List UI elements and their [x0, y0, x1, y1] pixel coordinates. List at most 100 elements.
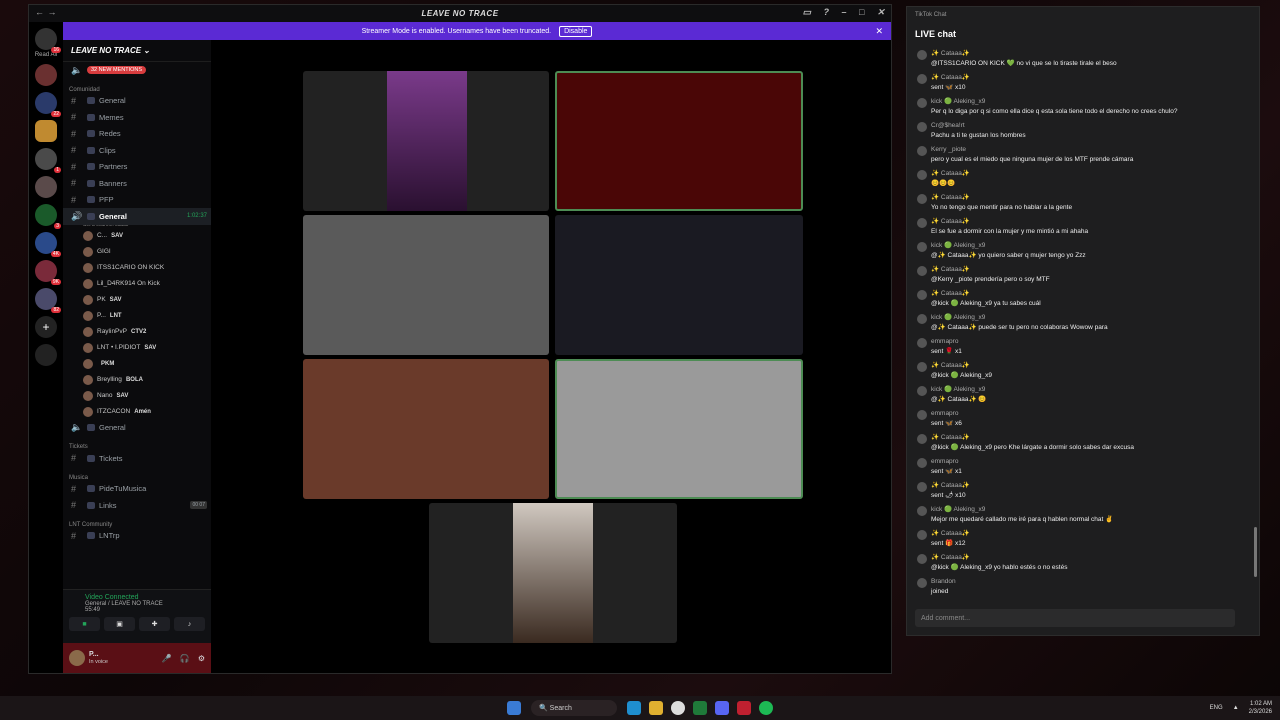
guild-header[interactable]: LEAVE NO TRACE ⌄ — [63, 40, 211, 62]
category-musica[interactable]: Musica — [63, 467, 211, 481]
inbox-icon[interactable]: ▭ — [802, 7, 811, 18]
avatar[interactable] — [917, 434, 927, 444]
voice-user[interactable]: P... LNT — [63, 308, 211, 324]
camera-button[interactable]: ■ — [69, 617, 100, 631]
screenshare-button[interactable]: ▣ — [104, 617, 135, 631]
discover-icon[interactable] — [35, 344, 57, 366]
folder-icon[interactable] — [649, 701, 663, 715]
avatar[interactable] — [917, 218, 927, 228]
help-icon[interactable]: ? — [824, 7, 830, 18]
server-icon[interactable]: 3 — [35, 204, 61, 229]
voice-channel-general[interactable]: 🔊 General 1:02:37 — [63, 208, 211, 225]
channel-general[interactable]: # General — [63, 93, 211, 110]
comment-input[interactable]: Add comment... — [915, 609, 1235, 627]
mentions-badge[interactable]: 32 NEW MENTIONS — [87, 66, 147, 75]
chat-username[interactable]: ✨ Cataaa✨ — [931, 553, 1253, 563]
chat-username[interactable]: kick 🟢 Aleking_x9 — [931, 385, 1253, 395]
chat-username[interactable]: ✨ Cataaa✨ — [931, 73, 1253, 83]
channel-memes[interactable]: # Memes — [63, 109, 211, 126]
chat-username[interactable]: Kerry _piote — [931, 145, 1253, 155]
chat-username[interactable]: ✨ Cataaa✨ — [931, 265, 1253, 275]
channel-lntrp[interactable]: # LNTrp — [63, 528, 211, 545]
video-tile[interactable] — [555, 359, 803, 499]
category-lnt[interactable]: LNT Community — [63, 514, 211, 528]
chat-username[interactable]: emmapro — [931, 457, 1253, 467]
channel-partners[interactable]: # Partners — [63, 159, 211, 176]
voice-user[interactable]: PKM — [63, 356, 211, 372]
app-icon[interactable] — [737, 701, 751, 715]
avatar[interactable] — [917, 410, 927, 420]
discord-icon[interactable] — [715, 701, 729, 715]
back-forward-icon[interactable]: ← → — [35, 7, 57, 17]
avatar[interactable] — [917, 266, 927, 276]
video-tile[interactable] — [429, 503, 677, 643]
voice-user[interactable]: Breylling BOLA — [63, 372, 211, 388]
disable-button[interactable]: Disable — [559, 25, 593, 37]
start-icon[interactable] — [507, 701, 521, 715]
scrollbar[interactable] — [1254, 527, 1257, 577]
discord-home-icon[interactable]: 16 — [35, 28, 61, 53]
avatar[interactable] — [917, 386, 927, 396]
soundboard-button[interactable]: ♪ — [174, 617, 205, 631]
server-icon[interactable]: 82 — [35, 288, 61, 313]
voice-user[interactable]: PK SAV — [63, 292, 211, 308]
video-tile[interactable] — [303, 215, 549, 355]
video-tile[interactable] — [303, 71, 549, 211]
chat-username[interactable]: ✨ Cataaa✨ — [931, 169, 1253, 179]
mentions-row[interactable]: 🔈 32 NEW MENTIONS — [63, 62, 211, 79]
chat-username[interactable]: Brandon — [931, 577, 1253, 587]
avatar[interactable] — [917, 98, 927, 108]
server-icon[interactable]: 4K — [35, 232, 61, 257]
avatar[interactable] — [917, 530, 927, 540]
mute-icon[interactable]: 🎤 — [162, 654, 172, 663]
voice-user[interactable]: LNT • I.PIDIOT SAV — [63, 340, 211, 356]
avatar[interactable] — [917, 122, 927, 132]
chat-username[interactable]: ✨ Cataaa✨ — [931, 193, 1253, 203]
avatar[interactable] — [917, 362, 927, 372]
channel-banners[interactable]: # Banners — [63, 175, 211, 192]
voice-user[interactable]: Lil_D4RK914 On Kick — [63, 276, 211, 292]
avatar[interactable] — [917, 554, 927, 564]
server-icon[interactable]: 22 — [35, 92, 61, 117]
server-icon[interactable] — [35, 176, 57, 198]
channel-pidetumusica[interactable]: # PideTuMusica — [63, 481, 211, 498]
avatar[interactable] — [917, 74, 927, 84]
voice-user[interactable]: GIGI — [63, 244, 211, 260]
chat-username[interactable]: emmapro — [931, 337, 1253, 347]
voice-user[interactable]: ITZCACON Amén — [63, 404, 211, 420]
maximize-button[interactable]: □ — [859, 7, 865, 18]
chat-username[interactable]: ✨ Cataaa✨ — [931, 433, 1253, 443]
voice-user[interactable]: RaylinPvP CTV2 — [63, 324, 211, 340]
chat-username[interactable]: ✨ Cataaa✨ — [931, 217, 1253, 227]
avatar[interactable] — [917, 170, 927, 180]
avatar[interactable] — [917, 458, 927, 468]
chat-username[interactable]: Cr@$hea!rt — [931, 121, 1253, 131]
clock[interactable]: 1:02 AM 2/3/2026 — [1249, 700, 1272, 716]
activities-button[interactable]: ✚ — [139, 617, 170, 631]
avatar[interactable] — [917, 50, 927, 60]
server-icon[interactable] — [35, 120, 57, 142]
video-tile[interactable] — [555, 71, 803, 211]
voice-user[interactable]: C... SAV — [63, 228, 211, 244]
chat-username[interactable]: ✨ Cataaa✨ — [931, 289, 1253, 299]
chat-username[interactable]: ✨ Cataaa✨ — [931, 529, 1253, 539]
minimize-button[interactable]: – — [842, 7, 848, 18]
voice-channel-general-2[interactable]: 🔈 General — [63, 420, 211, 437]
avatar[interactable] — [917, 146, 927, 156]
server-icon[interactable]: 9K — [35, 260, 61, 285]
close-button[interactable]: ✕ — [877, 7, 885, 18]
excel-icon[interactable] — [693, 701, 707, 715]
avatar[interactable] — [917, 314, 927, 324]
close-icon[interactable]: ✕ — [875, 26, 883, 37]
channel-tickets[interactable]: # Tickets — [63, 450, 211, 467]
chrome-icon[interactable] — [671, 701, 685, 715]
chat-username[interactable]: ✨ Cataaa✨ — [931, 481, 1253, 491]
lang-indicator[interactable]: ENG — [1210, 705, 1223, 711]
category-comunidad[interactable]: Comunidad — [63, 79, 211, 93]
channel-links[interactable]: # Links 00 07 — [63, 497, 211, 514]
avatar[interactable] — [917, 194, 927, 204]
voice-user[interactable]: Nano SAV — [63, 388, 211, 404]
channel-clips[interactable]: # Clips — [63, 142, 211, 159]
avatar[interactable] — [917, 578, 927, 588]
avatar[interactable] — [917, 338, 927, 348]
